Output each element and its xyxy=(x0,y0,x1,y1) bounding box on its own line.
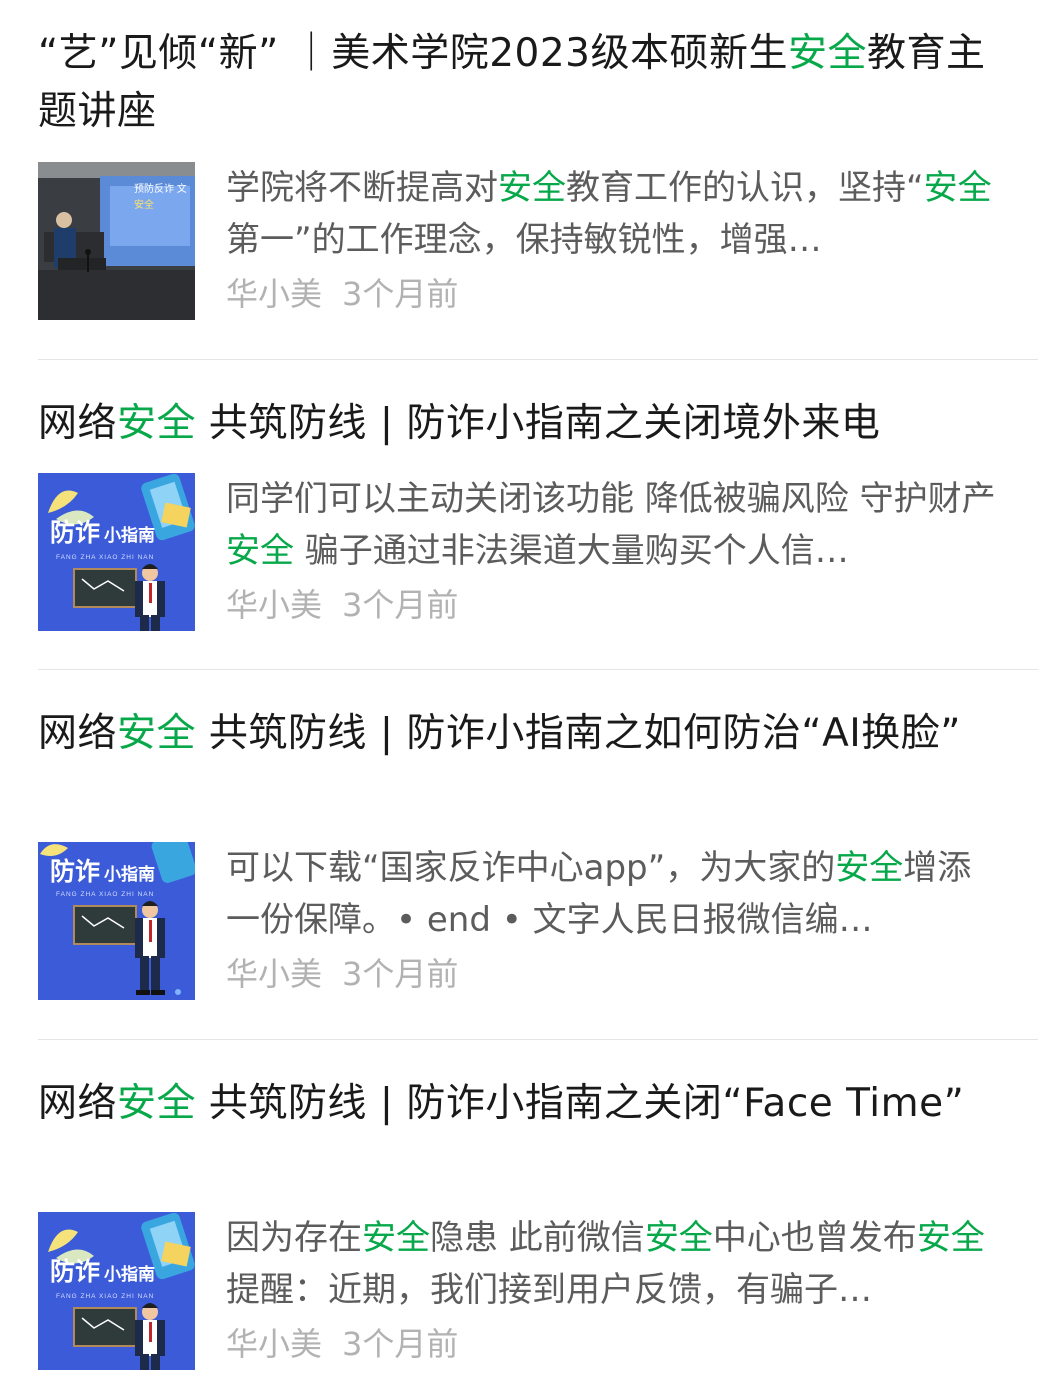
article-time: 3个月前 xyxy=(342,1325,459,1363)
keyword-highlight: 安全 xyxy=(226,531,294,571)
article-snippet: 可以下载“国家反诈中心app”，为大家的安全增添一份保障。• end • 文字人… xyxy=(226,842,998,946)
text-segment: 提醒：近期，我们接到用户反馈，有骗子… xyxy=(226,1270,872,1310)
keyword-highlight: 安全 xyxy=(117,1081,197,1126)
text-segment: 隐患 此前微信 xyxy=(430,1218,645,1258)
text-segment: “艺”见倾“新” ｜美术学院2023级本硕新生 xyxy=(38,31,788,76)
article-author: 华小美 xyxy=(226,1325,323,1363)
article-meta: 华小美 3个月前 xyxy=(226,1324,458,1364)
anti-fraud-guide-image: 防诈 小指南 FANG ZHA XIAO ZHI NAN xyxy=(38,842,195,1000)
article-snippet: 因为存在安全隐患 此前微信安全中心也曾发布安全提醒：近期，我们接到用户反馈，有骗… xyxy=(226,1212,998,1316)
text-segment: 共筑防线 | 防诈小指南之如何防治“AI换脸” xyxy=(196,711,961,756)
text-segment: 中心也曾发布 xyxy=(712,1218,917,1258)
article-author: 华小美 xyxy=(226,275,323,313)
text-segment: 骗子通过非法渠道大量购买个人信… xyxy=(294,531,849,571)
text-segment: 教育工作的认识，坚持“ xyxy=(566,168,924,208)
article-time: 3个月前 xyxy=(342,586,459,624)
keyword-highlight: 安全 xyxy=(644,1218,713,1258)
thumb-pinyin: FANG ZHA XIAO ZHI NAN xyxy=(56,891,154,898)
thumb-title-small: 小指南 xyxy=(104,1264,155,1285)
keyword-highlight: 安全 xyxy=(117,401,197,446)
search-results-list: “艺”见倾“新” ｜美术学院2023级本硕新生安全教育主题讲座 预防反诈 文 安… xyxy=(0,0,1038,1393)
text-segment: 共筑防线 | 防诈小指南之关闭“Face Time” xyxy=(196,1081,965,1126)
article-item[interactable]: 网络安全 共筑防线 | 防诈小指南之关闭“Face Time” 防诈 小指南 F… xyxy=(0,1040,1038,1393)
text-segment: 因为存在 xyxy=(226,1218,362,1258)
article-body: 预防反诈 文 安全 学院将不断提高对安全教育工作的认识，坚持“安全第一”的工作理… xyxy=(38,162,1000,320)
article-title[interactable]: “艺”见倾“新” ｜美术学院2023级本硕新生安全教育主题讲座 xyxy=(38,25,998,141)
article-body: 防诈 小指南 FANG ZHA XIAO ZHI NAN 可以下载“国家反诈中心… xyxy=(38,842,1000,1000)
keyword-highlight: 安全 xyxy=(916,1218,985,1258)
article-author: 华小美 xyxy=(226,955,323,993)
article-author: 华小美 xyxy=(226,586,323,624)
article-title[interactable]: 网络安全 共筑防线 | 防诈小指南之如何防治“AI换脸” xyxy=(38,705,998,763)
thumb-title-small: 小指南 xyxy=(104,525,155,546)
thumb-title-small: 小指南 xyxy=(104,864,155,885)
thumb-slide-text-2: 安全 xyxy=(134,198,154,211)
article-meta: 华小美 3个月前 xyxy=(226,585,458,625)
text-segment: 学院将不断提高对 xyxy=(226,168,498,208)
text-segment: 共筑防线 | 防诈小指南之关闭境外来电 xyxy=(196,401,881,446)
thumb-title-big: 防诈 xyxy=(50,518,100,547)
text-segment: 网络 xyxy=(38,401,118,446)
keyword-highlight: 安全 xyxy=(498,168,566,208)
lecture-photo: 预防反诈 文 安全 xyxy=(38,162,195,320)
article-title[interactable]: 网络安全 共筑防线 | 防诈小指南之关闭境外来电 xyxy=(38,395,998,453)
keyword-highlight: 安全 xyxy=(117,711,197,756)
article-item[interactable]: 网络安全 共筑防线 | 防诈小指南之如何防治“AI换脸” 防诈 小指南 FANG… xyxy=(0,670,1038,1040)
article-thumbnail: 防诈 小指南 FANG ZHA XIAO ZHI NAN xyxy=(38,1212,195,1370)
article-item[interactable]: 网络安全 共筑防线 | 防诈小指南之关闭境外来电 防诈 小指南 FANG ZHA… xyxy=(0,360,1038,670)
article-time: 3个月前 xyxy=(342,955,459,993)
anti-fraud-guide-image: 防诈 小指南 FANG ZHA XIAO ZHI NAN xyxy=(38,473,195,631)
thumb-pinyin: FANG ZHA XIAO ZHI NAN xyxy=(56,1293,154,1300)
thumb-title-big: 防诈 xyxy=(50,857,100,886)
text-segment: 网络 xyxy=(38,1081,118,1126)
article-body: 防诈 小指南 FANG ZHA XIAO ZHI NAN 同学们可以主动关闭该功… xyxy=(38,473,1000,631)
article-meta: 华小美 3个月前 xyxy=(226,954,458,994)
thumb-title-big: 防诈 xyxy=(50,1257,100,1286)
thumb-slide-text-1: 预防反诈 文 xyxy=(134,182,187,195)
keyword-highlight: 安全 xyxy=(923,168,992,208)
article-thumbnail: 防诈 小指南 FANG ZHA XIAO ZHI NAN xyxy=(38,842,195,1000)
article-body: 防诈 小指南 FANG ZHA XIAO ZHI NAN 因为存在安全隐患 此前… xyxy=(38,1212,1000,1370)
text-segment: 可以下载“国家反诈中心app”，为大家的 xyxy=(226,848,836,888)
thumb-pinyin: FANG ZHA XIAO ZHI NAN xyxy=(56,554,154,561)
keyword-highlight: 安全 xyxy=(787,31,867,76)
article-time: 3个月前 xyxy=(342,275,459,313)
text-segment: 网络 xyxy=(38,711,118,756)
keyword-highlight: 安全 xyxy=(362,1218,430,1258)
article-title[interactable]: 网络安全 共筑防线 | 防诈小指南之关闭“Face Time” xyxy=(38,1075,998,1133)
article-snippet: 学院将不断提高对安全教育工作的认识，坚持“安全第一”的工作理念，保持敏锐性，增强… xyxy=(226,162,998,266)
text-segment: 同学们可以主动关闭该功能 降低被骗风险 守护财产 xyxy=(226,479,996,519)
article-meta: 华小美 3个月前 xyxy=(226,274,458,314)
article-item[interactable]: “艺”见倾“新” ｜美术学院2023级本硕新生安全教育主题讲座 预防反诈 文 安… xyxy=(0,0,1038,360)
article-snippet: 同学们可以主动关闭该功能 降低被骗风险 守护财产安全 骗子通过非法渠道大量购买个… xyxy=(226,473,998,577)
article-thumbnail: 防诈 小指南 FANG ZHA XIAO ZHI NAN xyxy=(38,473,195,631)
anti-fraud-guide-image: 防诈 小指南 FANG ZHA XIAO ZHI NAN xyxy=(38,1212,195,1370)
keyword-highlight: 安全 xyxy=(835,848,904,888)
text-segment: 第一”的工作理念，保持敏锐性，增强… xyxy=(226,220,822,260)
article-thumbnail: 预防反诈 文 安全 xyxy=(38,162,195,320)
